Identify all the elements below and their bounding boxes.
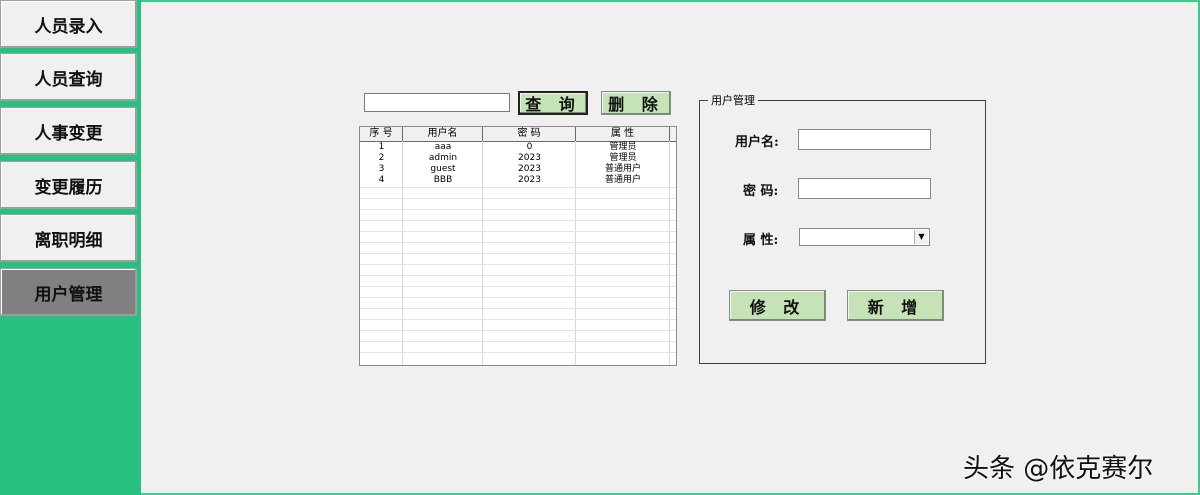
nav-personnel-change-button[interactable]: 人事变更 [0,107,137,155]
chevron-down-icon[interactable]: ▼ [914,230,928,244]
nav-resignation-details-button[interactable]: 离职明细 [0,214,137,262]
table-cell-password: 2023 [518,164,541,174]
attr-select[interactable]: ▼ [799,228,930,246]
nav-user-management-button[interactable]: 用户管理 [0,268,137,316]
attr-label: 属 性: [743,233,779,248]
add-button[interactable]: 新 增 [847,290,944,321]
username-field[interactable] [798,129,931,150]
table-cell-attr: 管理员 [609,153,637,163]
table-cell-seq: 1 [378,142,385,152]
delete-button[interactable]: 删 除 [601,91,671,115]
column-header-password: 密 码 [483,127,576,141]
table-cell-username: admin [428,153,458,163]
nav-label: 人员录入 [34,16,103,37]
password-label: 密 码: [743,184,779,199]
nav-personnel-entry-button[interactable]: 人员录入 [0,0,137,48]
table-cell-seq: 3 [378,164,385,174]
user-list-table[interactable]: 序 号 用户名 密 码 属 性 1 aaa 0 管理员 2 admin 2023… [359,126,677,366]
column-header-attr: 属 性 [576,127,670,141]
table-cell-attr: 普通用户 [604,175,641,185]
nav-label: 用户管理 [34,284,103,305]
table-header: 序 号 用户名 密 码 属 性 [360,127,676,142]
nav-label: 人员查询 [34,69,103,90]
nav-personnel-query-button[interactable]: 人员查询 [0,53,137,101]
modify-button[interactable]: 修 改 [729,290,826,321]
table-cell-seq: 4 [378,175,385,185]
table-cell-password: 2023 [518,153,541,163]
table-cell-username: aaa [434,142,452,152]
nav-change-history-button[interactable]: 变更履历 [0,161,137,209]
nav-label: 人事变更 [34,123,103,144]
search-input[interactable] [364,93,510,112]
table-cell-attr: 普通用户 [604,164,641,174]
table-cell-seq: 2 [378,153,385,163]
nav-label: 变更履历 [34,177,103,198]
sidebar: 人员录入 人员查询 人事变更 变更履历 离职明细 用户管理 [0,0,141,495]
column-header-seq: 序 号 [360,127,403,141]
table-cell-password: 2023 [518,175,541,185]
username-label: 用户名: [735,135,779,150]
table-cell-username: guest [430,164,456,174]
groupbox-title: 用户管理 [708,92,758,108]
nav-label: 离职明细 [34,230,103,251]
password-field[interactable] [798,178,931,199]
watermark-text: 头条 @依克赛尔 [963,454,1154,484]
column-header-username: 用户名 [403,127,483,141]
table-cell-password: 0 [526,142,533,152]
table-cell-username: BBB [433,175,453,185]
table-cell-attr: 管理员 [609,142,637,152]
query-button[interactable]: 查 询 [518,91,588,115]
